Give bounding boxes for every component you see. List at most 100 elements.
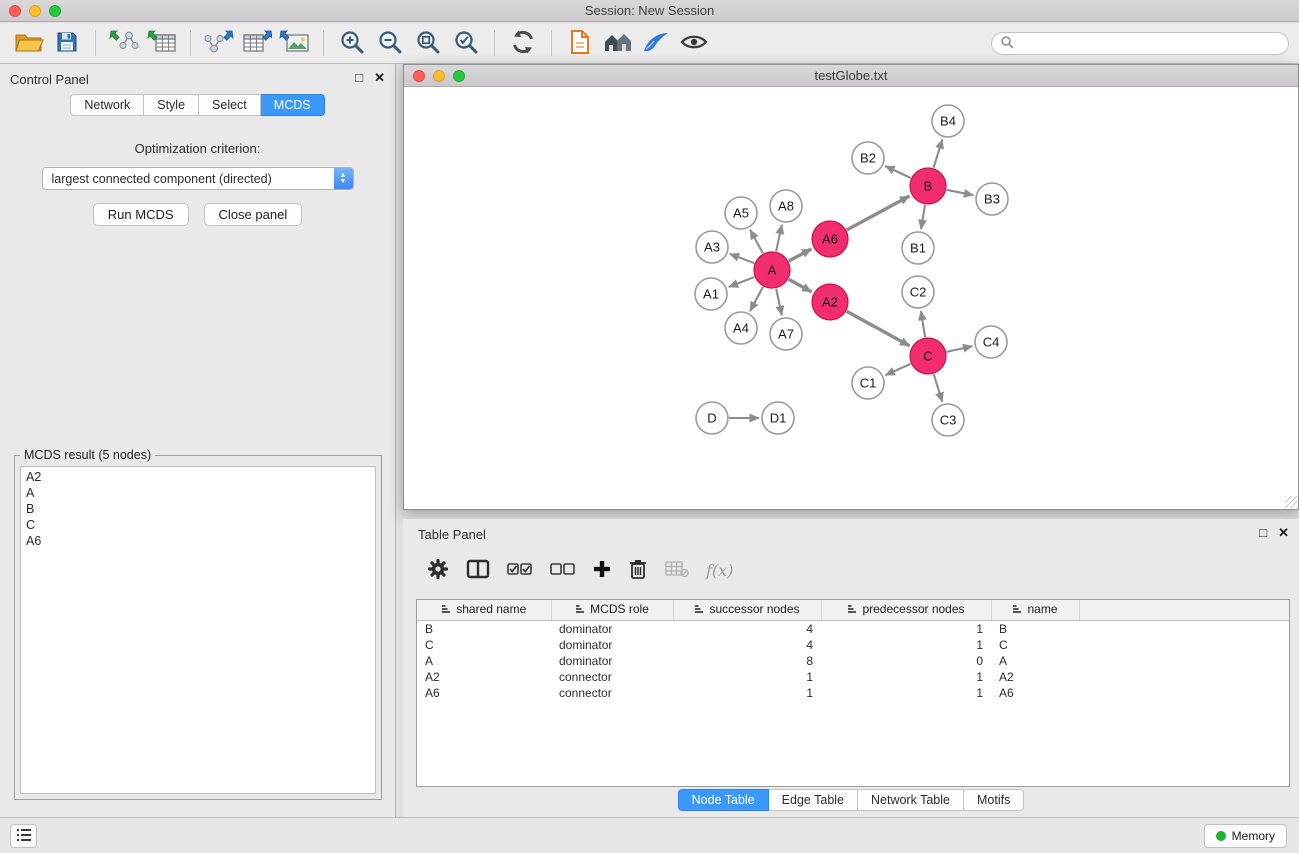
table-cell[interactable]: A6 (417, 685, 551, 701)
graph-edge-A-A8[interactable] (776, 225, 782, 252)
tab-mcds[interactable]: MCDS (261, 94, 325, 116)
refresh-layout-button[interactable] (504, 26, 542, 60)
table-row[interactable]: Bdominator41B (417, 620, 1289, 637)
table-cell[interactable]: 1 (673, 685, 821, 701)
result-item[interactable]: A (21, 485, 375, 501)
style-brush-button[interactable] (637, 26, 675, 60)
graph-node-A4[interactable]: A4 (725, 312, 757, 344)
table-cell[interactable]: A2 (991, 669, 1079, 685)
table-cell[interactable]: 1 (821, 669, 991, 685)
tab-motifs[interactable]: Motifs (964, 789, 1024, 811)
select-all-button[interactable] (507, 562, 533, 579)
minimize-window-button[interactable] (29, 5, 41, 17)
graph-node-A8[interactable]: A8 (770, 190, 802, 222)
network-graph[interactable]: B4B2BB3A5A8A6B1A3AC2A1A2A4A7C4CC1DD1C3 (404, 87, 1298, 509)
tab-style[interactable]: Style (144, 94, 199, 116)
float-panel-icon[interactable]: □ (355, 71, 363, 85)
graph-edge-A-A6[interactable] (789, 249, 812, 261)
show-columns-button[interactable] (466, 559, 490, 582)
table-cell[interactable]: A2 (417, 669, 551, 685)
graph-node-A2[interactable]: A2 (812, 284, 848, 320)
save-session-button[interactable] (48, 26, 86, 60)
table-cell[interactable]: A (991, 653, 1079, 669)
zoom-window-button[interactable] (49, 5, 61, 17)
graph-node-C3[interactable]: C3 (932, 404, 964, 436)
graph-node-A7[interactable]: A7 (770, 318, 802, 350)
column-header-mcds-role[interactable]: MCDS role (551, 600, 673, 620)
table-cell[interactable]: 1 (821, 685, 991, 701)
table-row[interactable]: A6connector11A6 (417, 685, 1289, 701)
table-cell[interactable]: C (991, 637, 1079, 653)
import-network-button[interactable] (105, 26, 143, 60)
minimize-network-window-button[interactable] (433, 70, 445, 82)
tab-edge-table[interactable]: Edge Table (769, 789, 858, 811)
node-table-container[interactable]: shared nameMCDS rolesuccessor nodesprede… (416, 599, 1290, 787)
graph-node-A6[interactable]: A6 (812, 221, 848, 257)
table-cell[interactable]: 4 (673, 620, 821, 637)
graph-edge-B-B2[interactable] (885, 166, 911, 178)
tab-network-table[interactable]: Network Table (858, 789, 964, 811)
graph-node-C2[interactable]: C2 (902, 276, 934, 308)
table-cell[interactable]: dominator (551, 620, 673, 637)
zoom-network-window-button[interactable] (453, 70, 465, 82)
zoom-in-button[interactable] (333, 26, 371, 60)
tab-select[interactable]: Select (199, 94, 261, 116)
open-folder-button[interactable] (10, 26, 48, 60)
column-header-name[interactable]: name (991, 600, 1079, 620)
search-input[interactable] (1019, 37, 1280, 51)
result-item[interactable]: A6 (21, 533, 375, 549)
graph-node-C4[interactable]: C4 (975, 326, 1007, 358)
result-item[interactable]: C (21, 517, 375, 533)
table-cell[interactable]: A (417, 653, 551, 669)
table-cell[interactable]: connector (551, 669, 673, 685)
table-cell[interactable]: 4 (673, 637, 821, 653)
graph-edge-A-A5[interactable] (750, 230, 763, 254)
column-header-predecessor-nodes[interactable]: predecessor nodes (821, 600, 991, 620)
close-network-window-button[interactable] (413, 70, 425, 82)
zoom-fit-button[interactable] (409, 26, 447, 60)
mcds-result-list[interactable]: A2ABCA6 (20, 466, 376, 794)
graph-node-B4[interactable]: B4 (932, 105, 964, 137)
delete-table-button[interactable] (665, 560, 689, 581)
table-settings-button[interactable] (427, 558, 449, 583)
table-cell[interactable]: 0 (821, 653, 991, 669)
graph-node-C1[interactable]: C1 (852, 367, 884, 399)
graph-edge-A-A1[interactable] (729, 277, 755, 287)
table-cell[interactable]: dominator (551, 653, 673, 669)
delete-column-button[interactable] (628, 558, 648, 583)
graph-edge-A-A4[interactable] (750, 287, 763, 311)
export-network-button[interactable] (200, 26, 238, 60)
criterion-dropdown[interactable]: largest connected component (directed) ▲… (42, 167, 354, 190)
task-history-button[interactable] (10, 824, 37, 848)
table-cell[interactable]: C (417, 637, 551, 653)
search-box[interactable] (991, 32, 1289, 55)
run-mcds-button[interactable]: Run MCDS (93, 203, 189, 226)
graph-node-C[interactable]: C (910, 338, 946, 374)
graph-edge-C-C2[interactable] (921, 311, 925, 337)
network-canvas[interactable]: B4B2BB3A5A8A6B1A3AC2A1A2A4A7C4CC1DD1C3 (404, 87, 1298, 509)
export-table-button[interactable] (238, 26, 276, 60)
result-item[interactable]: B (21, 501, 375, 517)
graph-node-A[interactable]: A (754, 252, 790, 288)
network-window-titlebar[interactable]: testGlobe.txt (404, 65, 1298, 87)
table-cell[interactable]: 8 (673, 653, 821, 669)
graph-edge-A-A7[interactable] (776, 289, 782, 316)
table-cell[interactable]: B (991, 620, 1079, 637)
table-row[interactable]: Adominator80A (417, 653, 1289, 669)
zoom-out-button[interactable] (371, 26, 409, 60)
graph-edge-B-B1[interactable] (921, 205, 925, 229)
graph-node-D1[interactable]: D1 (762, 402, 794, 434)
table-row[interactable]: Cdominator41C (417, 637, 1289, 653)
graph-node-A5[interactable]: A5 (725, 197, 757, 229)
memory-button[interactable]: Memory (1204, 824, 1287, 848)
table-cell[interactable]: dominator (551, 637, 673, 653)
column-header-shared-name[interactable]: shared name (417, 600, 551, 620)
graph-edge-A6-B[interactable] (847, 196, 910, 230)
deselect-all-button[interactable] (550, 562, 576, 579)
graph-edge-B-B3[interactable] (947, 190, 974, 195)
graph-edge-C-C1[interactable] (885, 364, 910, 375)
import-table-button[interactable] (143, 26, 181, 60)
graph-edge-B-B4[interactable] (934, 139, 943, 168)
table-cell[interactable]: 1 (673, 669, 821, 685)
graph-node-A1[interactable]: A1 (695, 278, 727, 310)
